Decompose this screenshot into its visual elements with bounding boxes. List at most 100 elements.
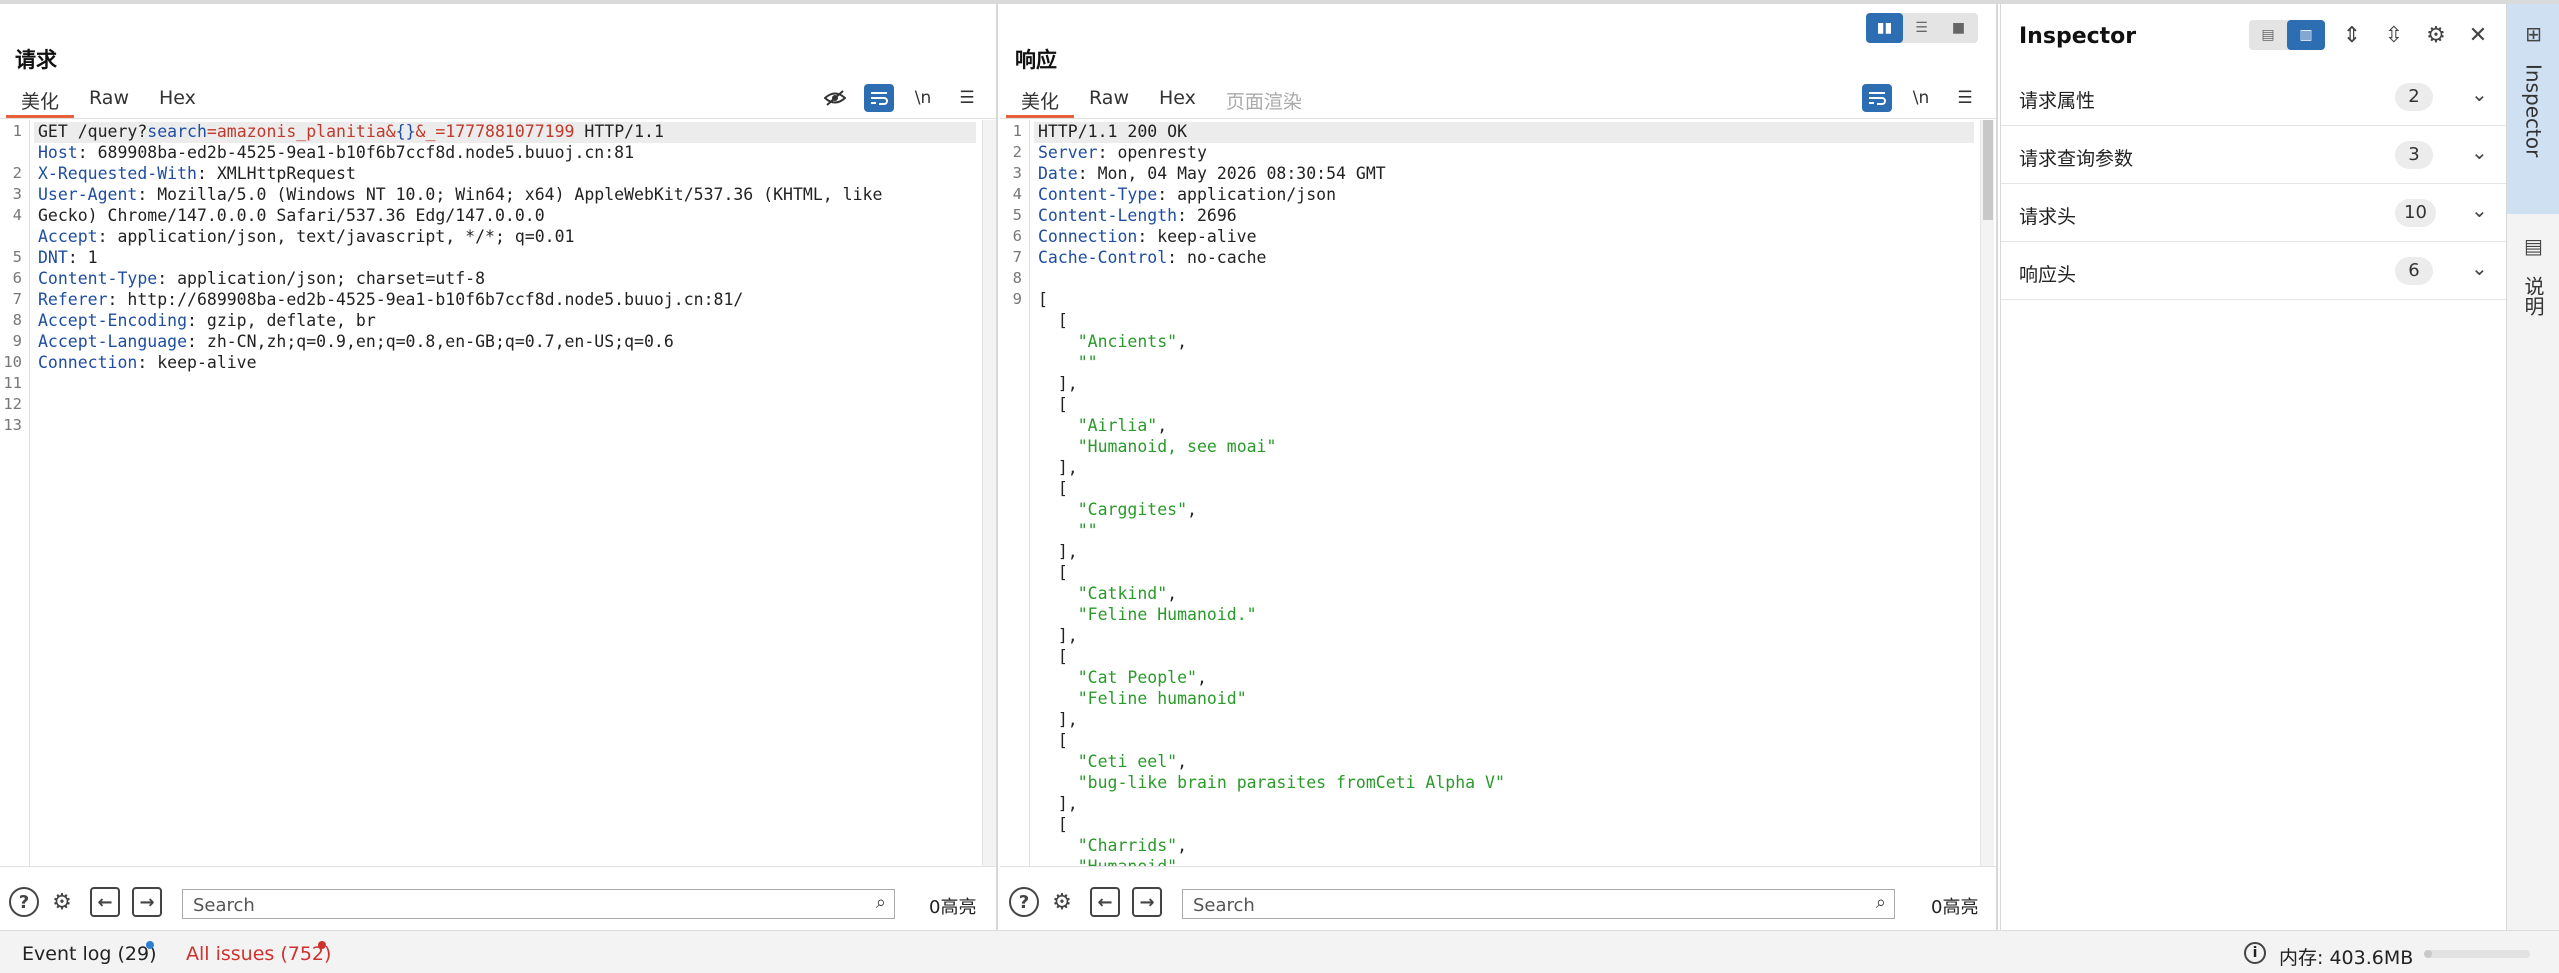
request-toolbar: \n ☰ bbox=[820, 84, 982, 112]
response-scroll-thumb[interactable] bbox=[1983, 120, 1993, 220]
request-search-bar: ? ⚙ ← → ⌕ 0高亮 bbox=[0, 866, 996, 930]
code-line: ], bbox=[1038, 794, 1078, 813]
close-icon[interactable]: ✕ bbox=[2463, 20, 2493, 50]
side-rail: ⊞ Inspector ▤ 说明 bbox=[2506, 4, 2559, 930]
hide-nonprintable-icon[interactable] bbox=[820, 84, 850, 112]
layout-switch: ▮▮ ☰ ■ bbox=[1866, 13, 1978, 43]
response-search-input[interactable] bbox=[1193, 893, 1793, 917]
line-number: 1 bbox=[12, 122, 22, 140]
code-line: Server: openresty bbox=[1038, 143, 1207, 162]
wrap-lines-icon[interactable] bbox=[1862, 84, 1892, 112]
request-search-input[interactable] bbox=[193, 893, 793, 917]
request-scrollbar[interactable] bbox=[982, 120, 996, 866]
line-number: 3 bbox=[12, 185, 22, 203]
chevron-down-icon[interactable]: ⌄ bbox=[2471, 140, 2488, 164]
response-tab-hex[interactable]: Hex bbox=[1144, 82, 1211, 118]
response-tab-raw[interactable]: Raw bbox=[1074, 82, 1144, 118]
code-line: Date: Mon, 04 May 2026 08:30:54 GMT bbox=[1038, 164, 1386, 183]
response-editor[interactable]: 1 2 3 4 5 6 7 8 9 HTTP/1.1 200 OK Server: openres… bbox=[1000, 120, 1980, 866]
inspector-settings-gear-icon[interactable]: ⚙ bbox=[2421, 20, 2451, 50]
code-line: ], bbox=[1038, 710, 1078, 729]
code-line: Gecko) Chrome/147.0.0.0 Safari/537.36 Ed… bbox=[38, 206, 545, 225]
newline-toggle-icon[interactable]: \n bbox=[1906, 84, 1936, 112]
code-line: DNT: 1 bbox=[38, 248, 98, 267]
chevron-down-icon[interactable]: ⌄ bbox=[2471, 82, 2488, 106]
inspector-section-count: 3 bbox=[2395, 141, 2433, 169]
code-line: "" bbox=[1077, 353, 1098, 372]
previous-match-icon[interactable]: ← bbox=[1090, 887, 1120, 917]
inspector-section-label: 请求头 bbox=[2019, 206, 2077, 228]
next-match-icon[interactable]: → bbox=[132, 887, 162, 917]
line-number: 11 bbox=[3, 374, 22, 392]
line-number: 10 bbox=[3, 353, 22, 371]
inspector-section[interactable]: 请求查询参数 3 ⌄ bbox=[2001, 126, 2507, 184]
request-title: 请求 bbox=[15, 48, 57, 72]
pane-divider[interactable] bbox=[1996, 4, 1998, 930]
code-line: Connection: keep-alive bbox=[1038, 227, 1257, 246]
response-pane: 响应 美化 Raw Hex 页面渲染 \n ☰ 1 2 3 4 5 6 7 8 9 HTTP/1… bbox=[1000, 4, 1996, 930]
rail-tab-notes[interactable]: ▤ 说明 bbox=[2507, 216, 2559, 346]
response-search-field[interactable]: ⌕ bbox=[1182, 889, 1895, 919]
response-scrollbar[interactable] bbox=[1980, 120, 1994, 866]
code-line: Accept-Encoding: gzip, deflate, br bbox=[38, 311, 376, 330]
stacked-layout-icon[interactable]: ☰ bbox=[1903, 13, 1940, 43]
inspector-section[interactable]: 响应头 6 ⌄ bbox=[2001, 242, 2507, 300]
request-menu-icon[interactable]: ☰ bbox=[952, 84, 982, 112]
inspector-section-count: 6 bbox=[2395, 257, 2433, 285]
code-line: [ bbox=[1038, 647, 1068, 666]
line-number: 9 bbox=[12, 332, 22, 350]
request-search-field[interactable]: ⌕ bbox=[182, 889, 895, 919]
line-number: 6 bbox=[1012, 227, 1022, 245]
inspector-section-count: 10 bbox=[2395, 199, 2436, 227]
line-number: 1 bbox=[1012, 122, 1022, 140]
response-tab-render[interactable]: 页面渲染 bbox=[1211, 82, 1317, 118]
inspector-layout-right-icon[interactable]: ▥ bbox=[2287, 20, 2325, 50]
next-match-icon[interactable]: → bbox=[1132, 887, 1162, 917]
line-number: 8 bbox=[12, 311, 22, 329]
request-editor[interactable]: 1 2 3 4 5 6 7 8 9 10 11 12 13 GET /query?search=amaz… bbox=[0, 120, 982, 866]
code-line: Content-Type: application/json; charset=… bbox=[38, 269, 486, 288]
line-number: 4 bbox=[12, 206, 22, 224]
request-tab-raw[interactable]: Raw bbox=[74, 82, 144, 118]
collapse-all-icon[interactable]: ⇳ bbox=[2379, 20, 2409, 50]
code-line: "Feline Humanoid." bbox=[1077, 605, 1257, 624]
single-pane-layout-icon[interactable]: ■ bbox=[1940, 13, 1977, 43]
code-line: Content-Type: application/json bbox=[1038, 185, 1337, 204]
help-icon[interactable]: ? bbox=[9, 887, 39, 917]
inspector-section[interactable]: 请求属性 2 ⌄ bbox=[2001, 68, 2507, 126]
search-icon: ⌕ bbox=[1875, 892, 1886, 913]
request-tab-pretty[interactable]: 美化 bbox=[6, 82, 75, 118]
code-line: "Cat People", bbox=[1077, 668, 1207, 687]
line-number: 2 bbox=[1012, 143, 1022, 161]
wrap-lines-icon[interactable] bbox=[864, 84, 894, 112]
expand-all-icon[interactable]: ⇕ bbox=[2337, 20, 2367, 50]
response-menu-icon[interactable]: ☰ bbox=[1950, 84, 1980, 112]
inspector-section[interactable]: 请求头 10 ⌄ bbox=[2001, 184, 2507, 242]
memory-usage: 内存: 403.6MB bbox=[2279, 947, 2414, 969]
rail-tab-inspector[interactable]: ⊞ Inspector bbox=[2507, 4, 2559, 214]
request-tab-hex[interactable]: Hex bbox=[144, 82, 211, 118]
response-highlight-count: 0高亮 bbox=[1931, 897, 1979, 918]
line-number: 5 bbox=[12, 248, 22, 266]
previous-match-icon[interactable]: ← bbox=[90, 887, 120, 917]
newline-toggle-icon[interactable]: \n bbox=[908, 84, 938, 112]
line-number: 5 bbox=[1012, 206, 1022, 224]
side-by-side-layout-icon[interactable]: ▮▮ bbox=[1866, 13, 1903, 43]
chevron-down-icon[interactable]: ⌄ bbox=[2471, 198, 2488, 222]
info-icon[interactable]: i bbox=[2244, 942, 2266, 964]
pane-divider[interactable] bbox=[996, 4, 998, 930]
code-line: "Charrids", bbox=[1077, 836, 1188, 855]
settings-gear-icon[interactable]: ⚙ bbox=[47, 887, 77, 917]
settings-gear-icon[interactable]: ⚙ bbox=[1047, 887, 1077, 917]
code-line: "Catkind", bbox=[1077, 584, 1178, 603]
inspector-layout-left-icon[interactable]: ▤ bbox=[2249, 20, 2287, 50]
inspector-section-label: 响应头 bbox=[2019, 264, 2077, 286]
response-line-numbers: 1 2 3 4 5 6 7 8 9 bbox=[1000, 120, 1030, 866]
chevron-down-icon[interactable]: ⌄ bbox=[2471, 256, 2488, 280]
response-toolbar: \n ☰ bbox=[1862, 84, 1980, 112]
response-tab-pretty[interactable]: 美化 bbox=[1006, 82, 1075, 118]
all-issues-link[interactable]: All issues (752) bbox=[186, 943, 331, 965]
event-log-link[interactable]: Event log (29) bbox=[22, 943, 156, 965]
code-line: "Humanoid, see moai" bbox=[1077, 437, 1277, 456]
help-icon[interactable]: ? bbox=[1009, 887, 1039, 917]
